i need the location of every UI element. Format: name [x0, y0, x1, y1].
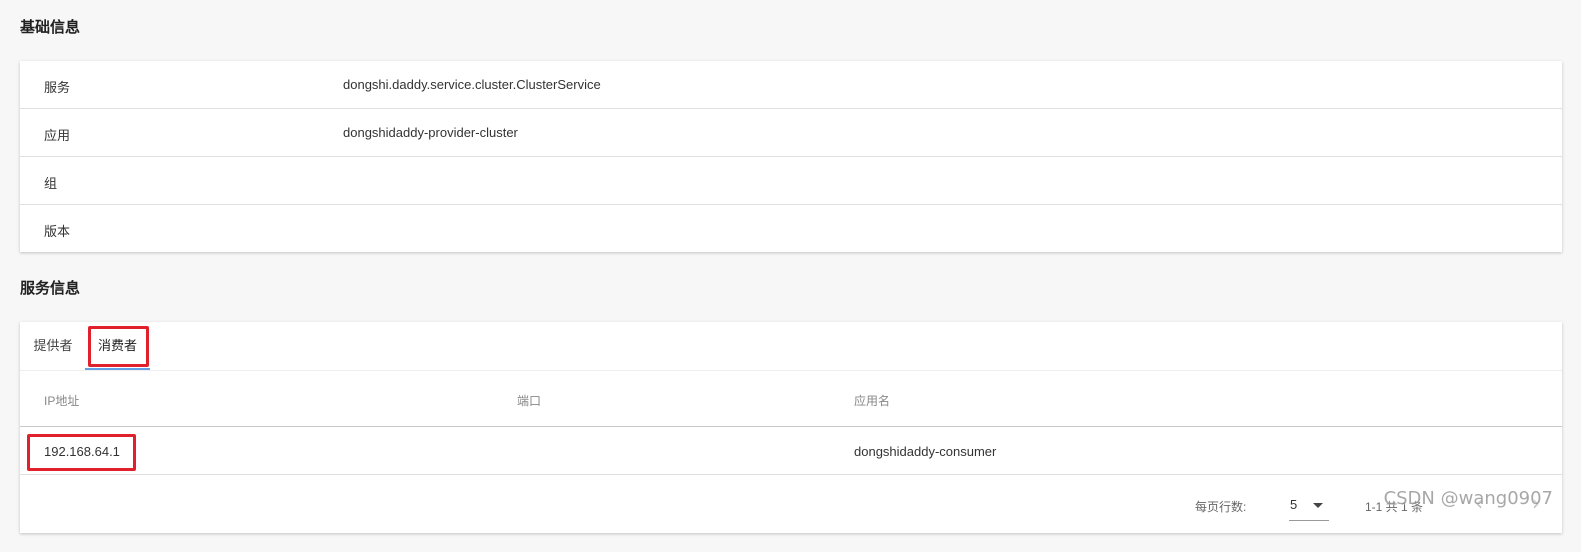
caret-down-icon — [1313, 503, 1323, 508]
info-row-application: 应用 dongshidaddy-provider-cluster — [20, 109, 1562, 157]
tab-providers[interactable]: 提供者 — [31, 322, 75, 368]
info-key: 版本 — [44, 224, 71, 239]
service-info-card: 提供者 消费者 IP地址 端口 应用名 192.168.64.1 dongshi… — [20, 322, 1562, 533]
info-row-version: 版本 — [20, 205, 1562, 252]
info-key: 应用 — [44, 128, 71, 143]
cell-ip: 192.168.64.1 — [44, 444, 120, 459]
basic-info-card: 服务 dongshi.daddy.service.cluster.Cluster… — [20, 61, 1562, 252]
pagination: 每页行数: 5 1-1 共 1 条 ‹ › — [20, 475, 1562, 533]
rows-per-page-value: 5 — [1290, 497, 1298, 512]
info-value: dongshidaddy-provider-cluster — [343, 125, 518, 140]
info-row-group: 组 — [20, 157, 1562, 205]
tab-consumers[interactable]: 消费者 — [85, 322, 150, 370]
basic-info-title: 基础信息 — [20, 19, 81, 36]
cell-app: dongshidaddy-consumer — [854, 444, 997, 459]
service-info-title: 服务信息 — [20, 280, 81, 297]
info-key: 组 — [44, 176, 58, 191]
info-key: 服务 — [44, 80, 71, 95]
rows-per-page-label: 每页行数: — [1195, 500, 1247, 514]
table-header: IP地址 端口 应用名 — [20, 371, 1562, 427]
rows-per-page-select[interactable]: 5 — [1289, 492, 1329, 521]
info-value: dongshi.daddy.service.cluster.ClusterSer… — [343, 77, 601, 92]
column-header-ip[interactable]: IP地址 — [44, 392, 79, 409]
info-row-service: 服务 dongshi.daddy.service.cluster.Cluster… — [20, 61, 1562, 109]
watermark: CSDN @wang0907 — [1383, 488, 1553, 509]
column-header-app[interactable]: 应用名 — [854, 392, 890, 409]
table-row: 192.168.64.1 dongshidaddy-consumer — [20, 427, 1562, 475]
tab-bar: 提供者 消费者 — [20, 322, 1562, 371]
column-header-port[interactable]: 端口 — [517, 392, 541, 409]
